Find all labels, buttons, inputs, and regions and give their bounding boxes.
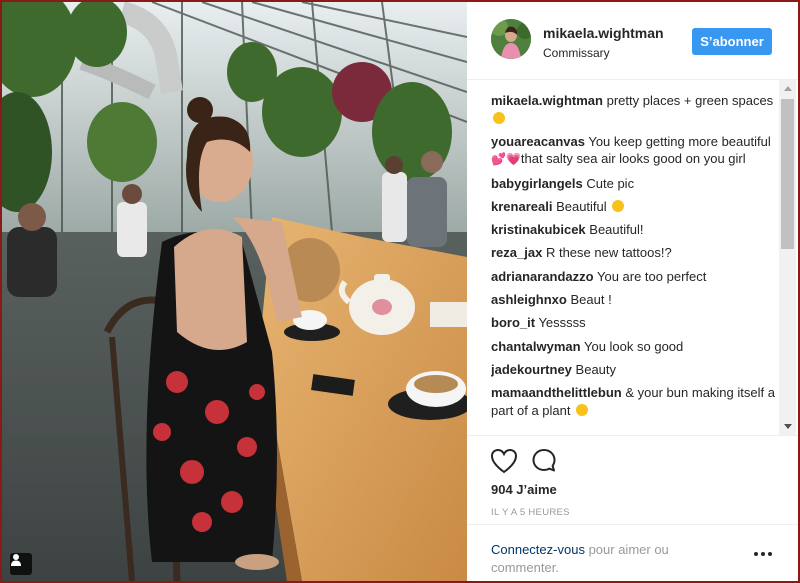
photo-scene [2,2,467,581]
comment-author[interactable]: mikaela.wightman [491,93,603,108]
comment-author[interactable]: jadekourtney [491,362,572,377]
list-item: youareacanvas You keep getting more beau… [491,133,781,169]
list-item: kristinakubicek Beautiful! [491,221,781,239]
kiss-emoji-icon [612,199,625,212]
login-prompt-text: Connectez-vous pour aimer ou commenter. [491,541,721,577]
comment-author[interactable]: kristinakubicek [491,222,586,237]
comment-text: Beaut ! [570,292,612,308]
comment-text: Yesssss [538,315,586,331]
list-item: babygirlangels Cute pic [491,175,781,193]
comment-text: You look so good [583,338,684,354]
likes-count[interactable]: 904 J’aime [491,482,557,497]
login-prompt: Connectez-vous pour aimer ou commenter. [467,524,798,581]
user-tag-icon[interactable] [10,553,32,575]
comment-icon[interactable] [529,446,559,476]
hearts-emoji-icon: 💕💗 [491,152,521,167]
list-item: chantalwyman You look so good [491,338,781,356]
heart-icon[interactable] [489,446,519,476]
scroll-down-icon[interactable] [779,418,796,435]
comment-list: mikaela.wightman pretty places + green s… [491,92,781,432]
heart-eyes-emoji-icon [576,403,589,416]
comments-scrollbar[interactable] [779,80,796,435]
post-modal: mikaela.wightman Commissary S’abonner mi… [2,2,798,581]
comment-text: You keep getting more beautiful [588,133,771,149]
comment-author[interactable]: youareacanvas [491,134,585,149]
post-username[interactable]: mikaela.wightman [543,25,664,41]
list-item: krenareali Beautiful [491,198,781,216]
post-actions: 904 J’aime IL Y A 5 HEURES [467,435,798,518]
avatar[interactable] [491,19,531,59]
comment-text: You are too perfect [596,268,707,284]
post-photo[interactable] [2,2,467,581]
list-item: mikaela.wightman pretty places + green s… [491,92,781,127]
post-timestamp: IL Y A 5 HEURES [491,507,570,518]
comment-text: Beautiful [556,198,607,214]
heart-eyes-emoji-icon [493,111,505,124]
list-item: mamaandthelittlebun & your bun making it… [491,384,781,419]
list-item: reza_jax R these new tattoos!? [491,244,781,262]
comment-text: Cute pic [586,175,635,191]
comment-author[interactable]: chantalwyman [491,339,581,354]
comment-author[interactable]: krenareali [491,199,552,214]
scroll-up-icon[interactable] [779,80,796,97]
list-item: jadekourtney Beauty [491,361,781,379]
scroll-thumb[interactable] [781,99,794,249]
comment-text: Beautiful! [589,222,644,238]
post-header: mikaela.wightman Commissary S’abonner [467,2,798,80]
more-options-icon[interactable] [751,548,775,560]
list-item: adrianarandazzo You are too perfect [491,268,781,286]
login-link[interactable]: Connectez-vous [491,542,585,557]
comment-text: pretty places + green spaces [606,93,774,108]
comment-author[interactable]: mamaandthelittlebun [491,385,622,400]
list-item: ashleighnxo Beaut ! [491,291,781,309]
follow-button[interactable]: S’abonner [692,28,772,55]
comment-text-continued: that salty sea air looks good on you gir… [520,151,746,167]
comment-author[interactable]: reza_jax [491,245,542,260]
list-item: boro_it Yesssss [491,314,781,332]
post-sidebar: mikaela.wightman Commissary S’abonner mi… [467,2,798,581]
comment-author[interactable]: ashleighnxo [491,292,567,307]
comment-author[interactable]: boro_it [491,315,535,330]
comment-author[interactable]: adrianarandazzo [491,269,594,284]
comment-text: Beauty [575,361,617,377]
comment-author[interactable]: babygirlangels [491,176,583,191]
comment-text: R these new tattoos!? [545,245,672,261]
post-location[interactable]: Commissary [543,46,610,60]
